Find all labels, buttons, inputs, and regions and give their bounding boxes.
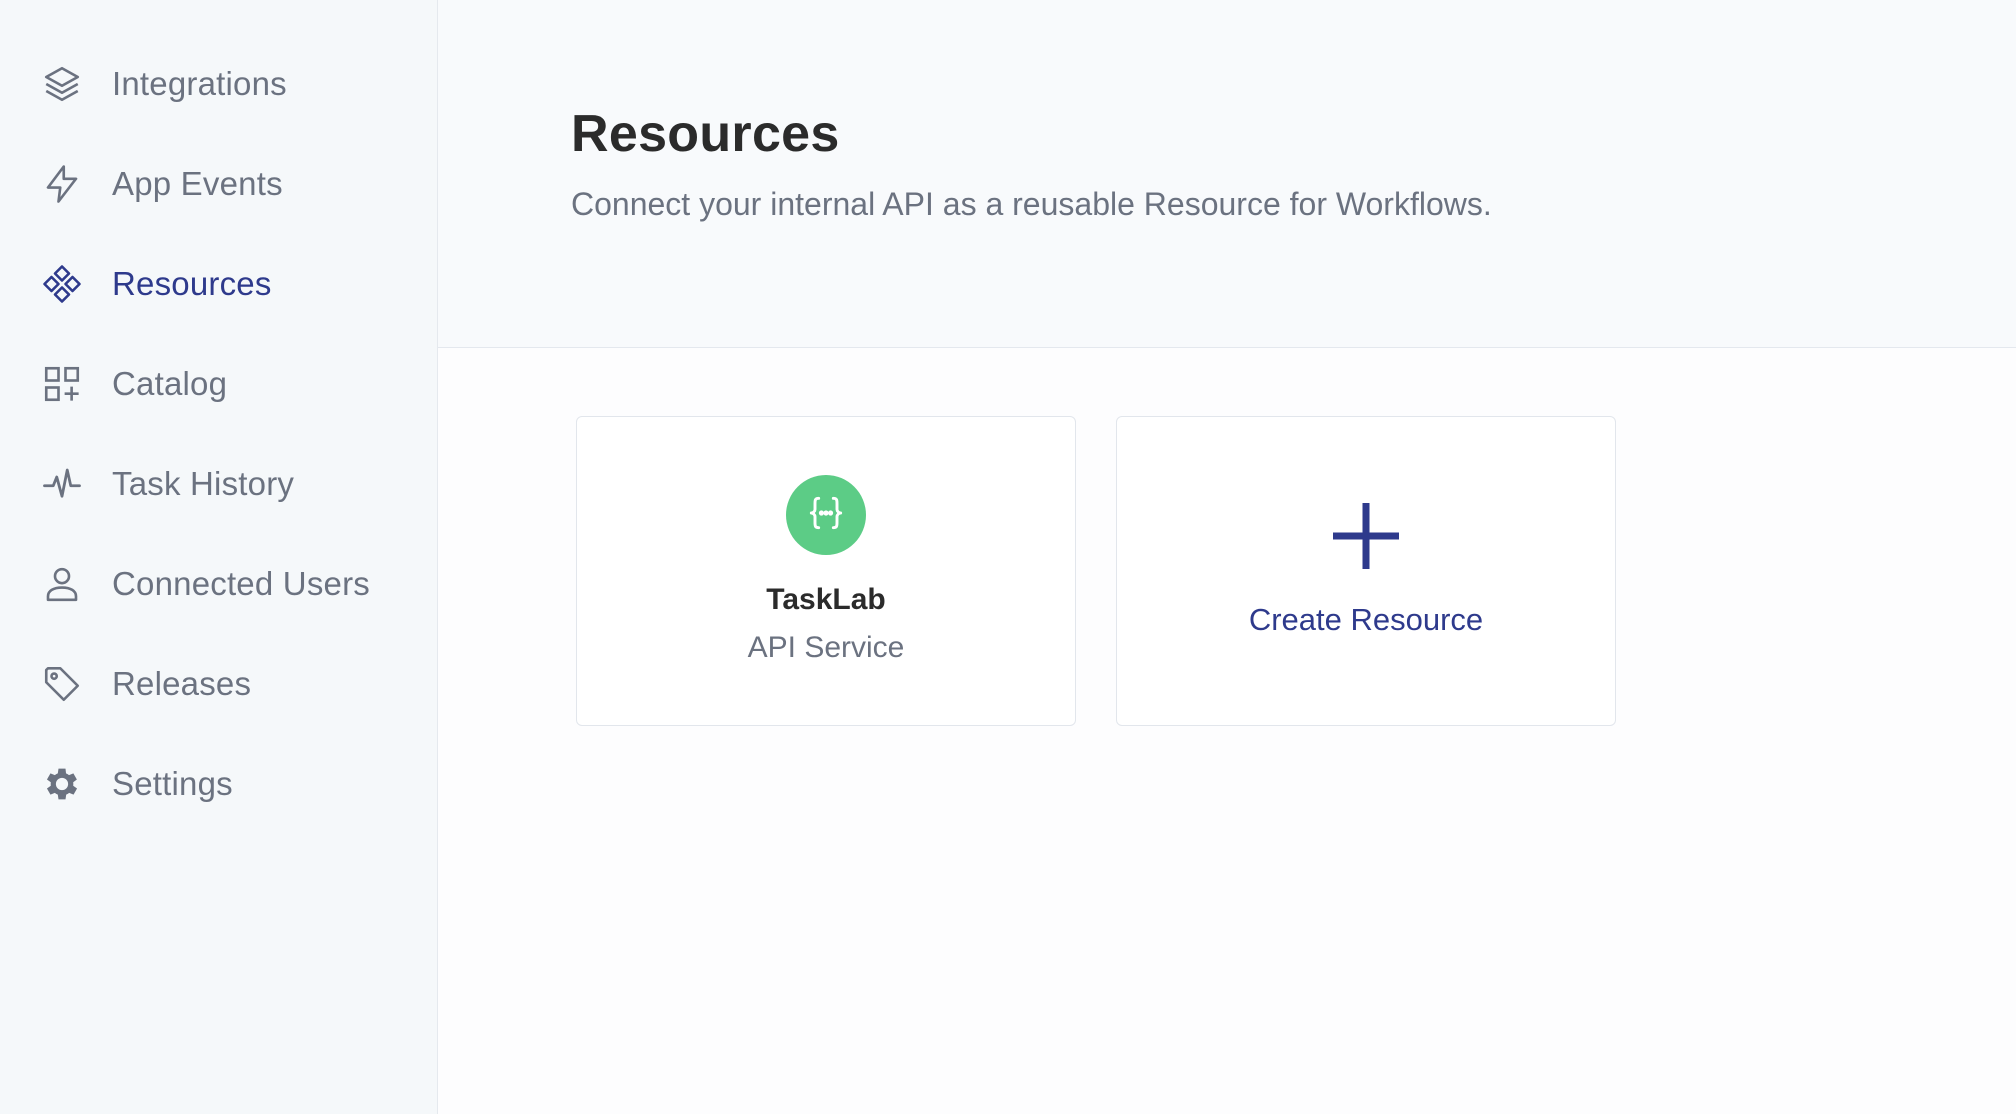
- sidebar: Integrations App Events Resources Catalo…: [0, 0, 438, 1114]
- resource-badge: [786, 475, 866, 555]
- sidebar-item-releases[interactable]: Releases: [0, 634, 437, 734]
- api-braces-icon: [804, 491, 848, 540]
- sidebar-item-label: Resources: [112, 265, 272, 302]
- sidebar-item-task-history[interactable]: Task History: [0, 434, 437, 534]
- sidebar-item-resources[interactable]: Resources: [0, 234, 437, 334]
- sidebar-item-label: Connected Users: [112, 565, 370, 602]
- sidebar-item-label: Releases: [112, 665, 252, 702]
- resource-type: API Service: [747, 631, 905, 664]
- sidebar-item-label: Settings: [112, 765, 233, 802]
- resource-grid: TaskLab API Service Create Resource: [438, 348, 2016, 726]
- sidebar-item-catalog[interactable]: Catalog: [0, 334, 437, 434]
- sidebar-item-settings[interactable]: Settings: [0, 734, 437, 834]
- sidebar-item-label: Task History: [112, 465, 295, 502]
- layers-icon: [40, 62, 84, 106]
- resource-name: TaskLab: [766, 583, 886, 616]
- sidebar-item-label: Integrations: [112, 65, 287, 102]
- page-subtitle: Connect your internal API as a reusable …: [571, 186, 1492, 222]
- lightning-icon: [40, 162, 84, 206]
- page-title: Resources: [571, 105, 840, 163]
- tag-icon: [40, 662, 84, 706]
- app-root: Integrations App Events Resources Catalo…: [0, 0, 2016, 1114]
- resources-icon: [40, 262, 84, 306]
- resource-card-tasklab[interactable]: TaskLab API Service: [576, 416, 1076, 726]
- page-header: Resources Connect your internal API as a…: [438, 0, 2016, 348]
- sidebar-item-label: App Events: [112, 165, 283, 202]
- catalog-icon: [40, 362, 84, 406]
- main-content: Resources Connect your internal API as a…: [438, 0, 2016, 1114]
- sidebar-item-app-events[interactable]: App Events: [0, 134, 437, 234]
- sidebar-item-label: Catalog: [112, 365, 228, 402]
- create-resource-label: Create Resource: [1248, 602, 1484, 637]
- sidebar-item-connected-users[interactable]: Connected Users: [0, 534, 437, 634]
- plus-icon: [1331, 501, 1401, 576]
- sidebar-item-integrations[interactable]: Integrations: [0, 34, 437, 134]
- user-icon: [40, 562, 84, 606]
- activity-icon: [40, 462, 84, 506]
- create-resource-button[interactable]: Create Resource: [1116, 416, 1616, 726]
- gear-icon: [40, 762, 84, 806]
